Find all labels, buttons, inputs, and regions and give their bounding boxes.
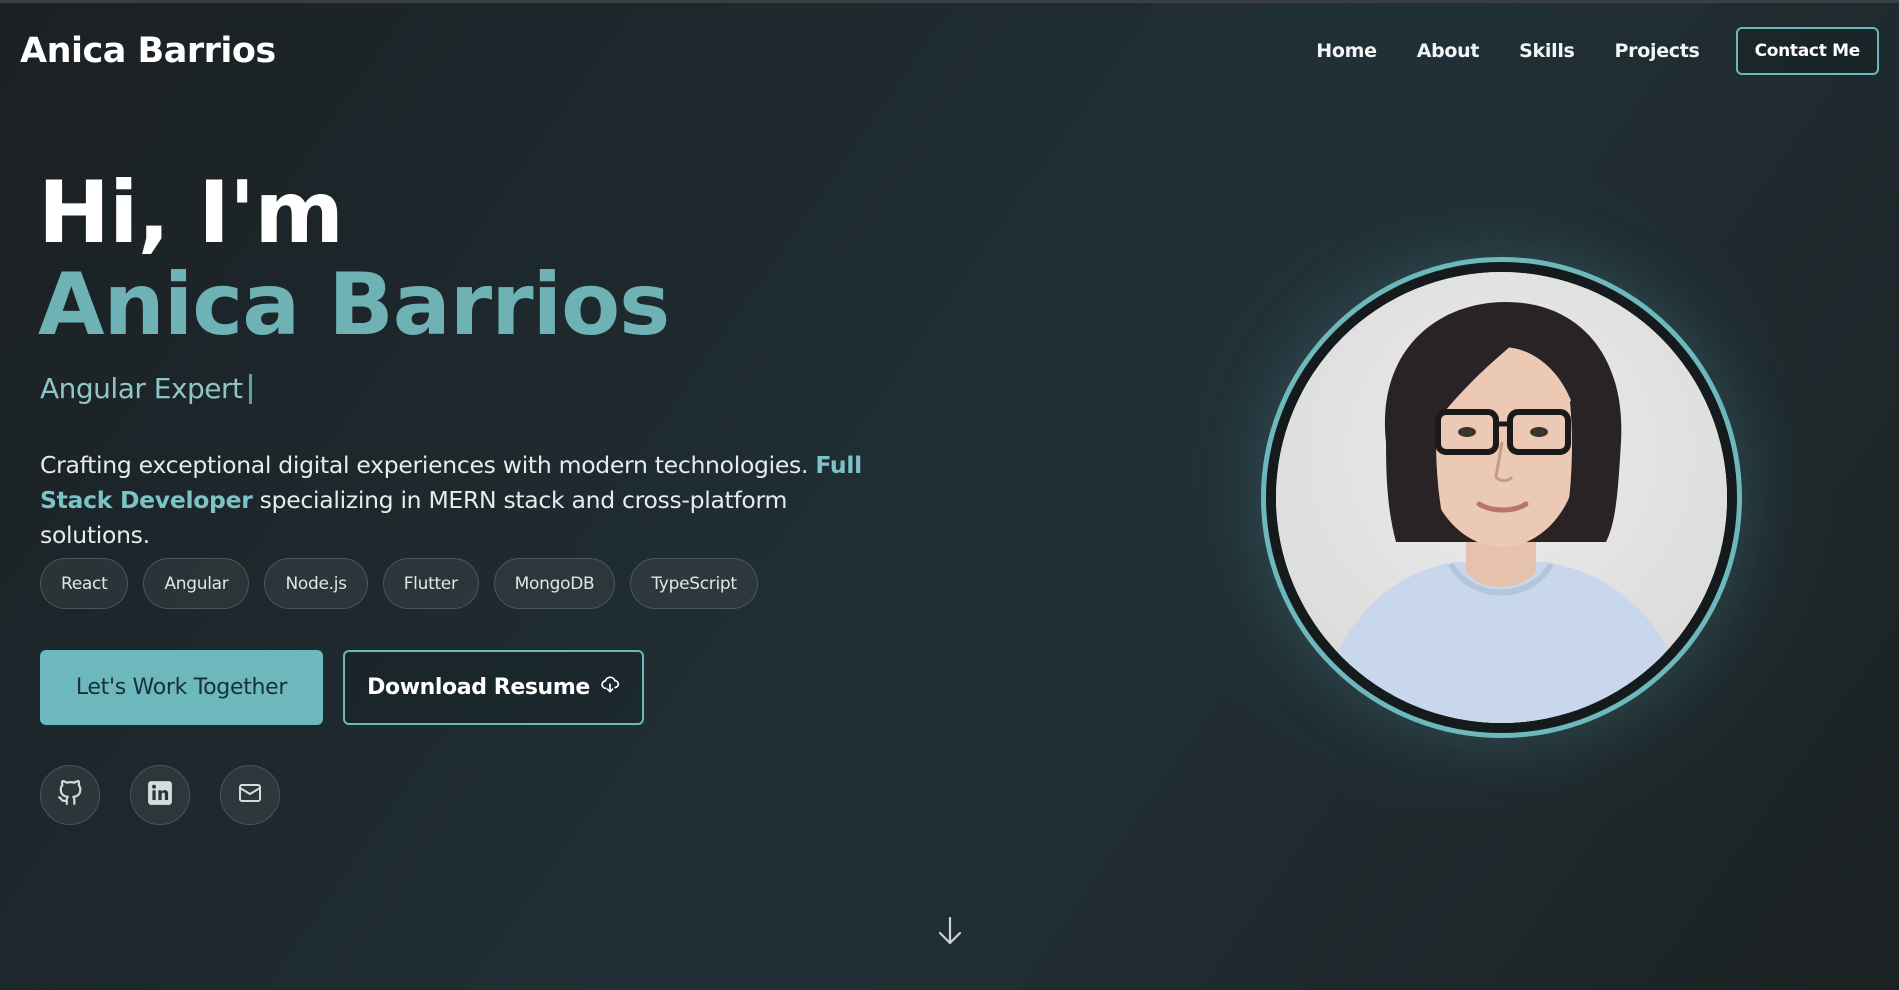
- nav-links: Home About Skills Projects Contact Me: [1316, 27, 1879, 75]
- navbar: Anica Barrios Home About Skills Projects…: [0, 3, 1899, 103]
- hero-name: Anica Barrios: [38, 255, 670, 355]
- lets-work-together-button[interactable]: Let's Work Together: [40, 650, 323, 725]
- email-link[interactable]: [220, 765, 280, 825]
- nav-link-skills[interactable]: Skills: [1519, 40, 1575, 62]
- nav-link-projects[interactable]: Projects: [1615, 40, 1700, 62]
- skill-chip-nodejs: Node.js: [264, 558, 368, 609]
- hero-description: Crafting exceptional digital experiences…: [40, 448, 880, 553]
- hero-role: Angular Expert: [40, 372, 252, 405]
- skill-chip-mongodb: MongoDB: [493, 558, 616, 609]
- skill-chip-angular: Angular: [143, 558, 250, 609]
- nav-link-home[interactable]: Home: [1316, 40, 1377, 62]
- download-resume-button[interactable]: Download Resume: [343, 650, 644, 725]
- typing-cursor: [248, 373, 252, 404]
- github-link[interactable]: [40, 765, 100, 825]
- github-icon: [57, 779, 83, 810]
- linkedin-icon: [147, 780, 173, 810]
- skill-chip-react: React: [40, 558, 129, 609]
- skill-chips: React Angular Node.js Flutter MongoDB Ty…: [40, 558, 758, 609]
- download-resume-label: Download Resume: [367, 675, 590, 700]
- cloud-download-icon: [600, 675, 620, 701]
- hero-greeting: Hi, I'm: [38, 163, 344, 263]
- contact-me-button[interactable]: Contact Me: [1735, 27, 1879, 75]
- brand-logo[interactable]: Anica Barrios: [20, 31, 276, 71]
- skill-chip-typescript: TypeScript: [630, 558, 758, 609]
- scroll-down-arrow-icon[interactable]: [937, 916, 963, 950]
- nav-link-about[interactable]: About: [1417, 40, 1480, 62]
- skill-chip-flutter: Flutter: [382, 558, 479, 609]
- social-links: [40, 765, 280, 825]
- profile-photo: [1276, 272, 1727, 723]
- linkedin-link[interactable]: [130, 765, 190, 825]
- role-text: Angular Expert: [40, 372, 243, 405]
- description-text: Crafting exceptional digital experiences…: [40, 451, 816, 479]
- mail-icon: [238, 781, 262, 809]
